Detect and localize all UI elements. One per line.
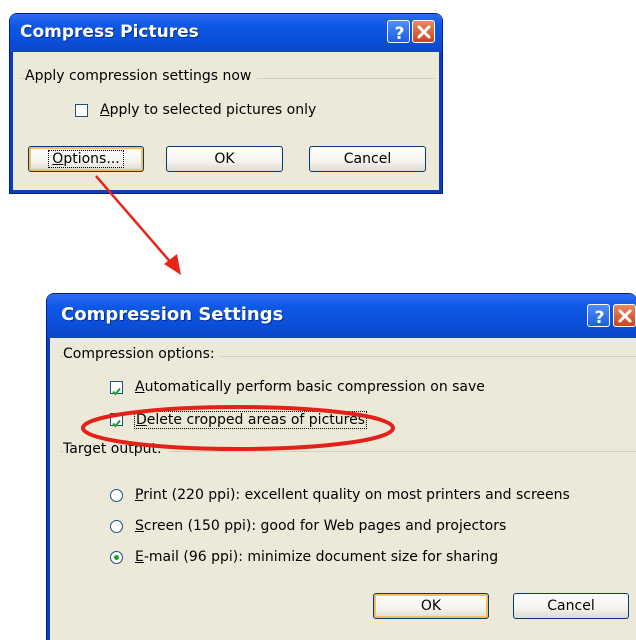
compression-settings-dialog: Compression Settings ? Compression optio… (47, 294, 636, 640)
settings-dialog-titlebar[interactable]: Compression Settings ? (47, 294, 636, 338)
apply-selected-label[interactable]: Apply to selected pictures only (100, 102, 316, 118)
close-icon[interactable] (412, 20, 435, 43)
delete-cropped-label[interactable]: Delete cropped areas of pictures (134, 411, 367, 429)
radio-email-label[interactable]: E-mail (96 ppi): minimize document size … (135, 549, 498, 565)
arrow-head (164, 254, 181, 275)
close-icon[interactable] (613, 304, 636, 327)
help-icon[interactable]: ? (387, 20, 410, 44)
svg-text:?: ? (395, 24, 405, 44)
settings-dialog-body: Compression options: Automatically perfo… (50, 338, 636, 640)
group-label-target-output: Target output: (63, 441, 168, 457)
settings-cancel-button[interactable]: Cancel (513, 593, 629, 619)
radio-print-label[interactable]: Print (220 ppi): excellent quality on mo… (135, 487, 570, 503)
radio-print[interactable] (110, 489, 123, 502)
compress-pictures-dialog: Compress Pictures ? Apply compression se… (10, 14, 442, 193)
compress-dialog-titlebar[interactable]: Compress Pictures ? (10, 14, 442, 52)
compress-ok-button[interactable]: OK (166, 146, 283, 172)
radio-screen[interactable] (110, 520, 123, 533)
group-label-compression-options: Compression options: (63, 346, 221, 362)
delete-cropped-checkbox[interactable] (110, 413, 123, 428)
settings-dialog-title: Compression Settings (61, 304, 284, 325)
compress-cancel-button[interactable]: Cancel (309, 146, 426, 172)
settings-ok-button[interactable]: OK (373, 593, 489, 619)
apply-selected-checkbox[interactable] (75, 104, 88, 117)
radio-screen-label[interactable]: Screen (150 ppi): good for Web pages and… (135, 518, 506, 534)
svg-text:?: ? (595, 308, 605, 328)
radio-email[interactable] (110, 551, 123, 564)
compress-dialog-title: Compress Pictures (20, 22, 199, 42)
help-icon[interactable]: ? (587, 304, 610, 328)
auto-compress-label[interactable]: Automatically perform basic compression … (135, 379, 485, 395)
auto-compress-checkbox[interactable] (110, 381, 123, 396)
options-button[interactable]: Options... (28, 146, 144, 172)
group-label-apply-now: Apply compression settings now (25, 68, 258, 84)
compress-dialog-body: Apply compression settings now Apply to … (13, 52, 439, 190)
